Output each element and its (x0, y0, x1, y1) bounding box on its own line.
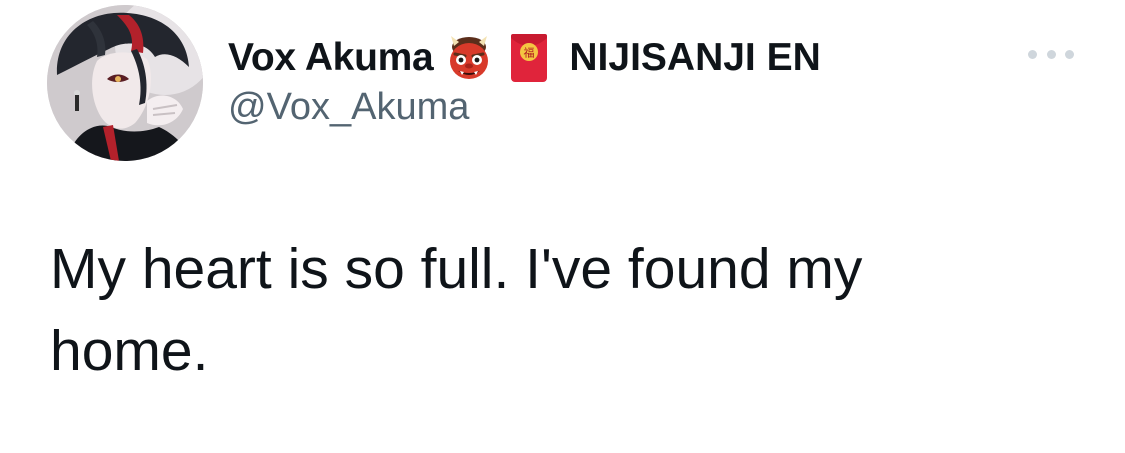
tweet-card: Vox Akuma 福 NIJISANJI EN @Vox_Akuma My h… (0, 0, 1125, 453)
ellipsis-dot (1046, 49, 1056, 59)
ellipsis-icon[interactable] (1028, 44, 1074, 64)
tweet-text: My heart is so full. I've found my home. (50, 237, 863, 383)
ellipsis-dot (1028, 49, 1037, 59)
affiliation-text: NIJISANJI EN (569, 36, 821, 79)
ellipsis-dot (1065, 49, 1074, 59)
author-name-row: Vox Akuma 福 NIJISANJI EN (228, 30, 821, 86)
svg-text:福: 福 (524, 46, 535, 60)
display-name[interactable]: Vox Akuma (228, 36, 434, 80)
avatar-image (47, 5, 203, 161)
ogre-emoji-icon (445, 34, 493, 82)
author-handle[interactable]: @Vox_Akuma (228, 86, 469, 129)
red-envelope-emoji-icon: 福 (509, 32, 549, 84)
avatar[interactable] (47, 5, 203, 161)
